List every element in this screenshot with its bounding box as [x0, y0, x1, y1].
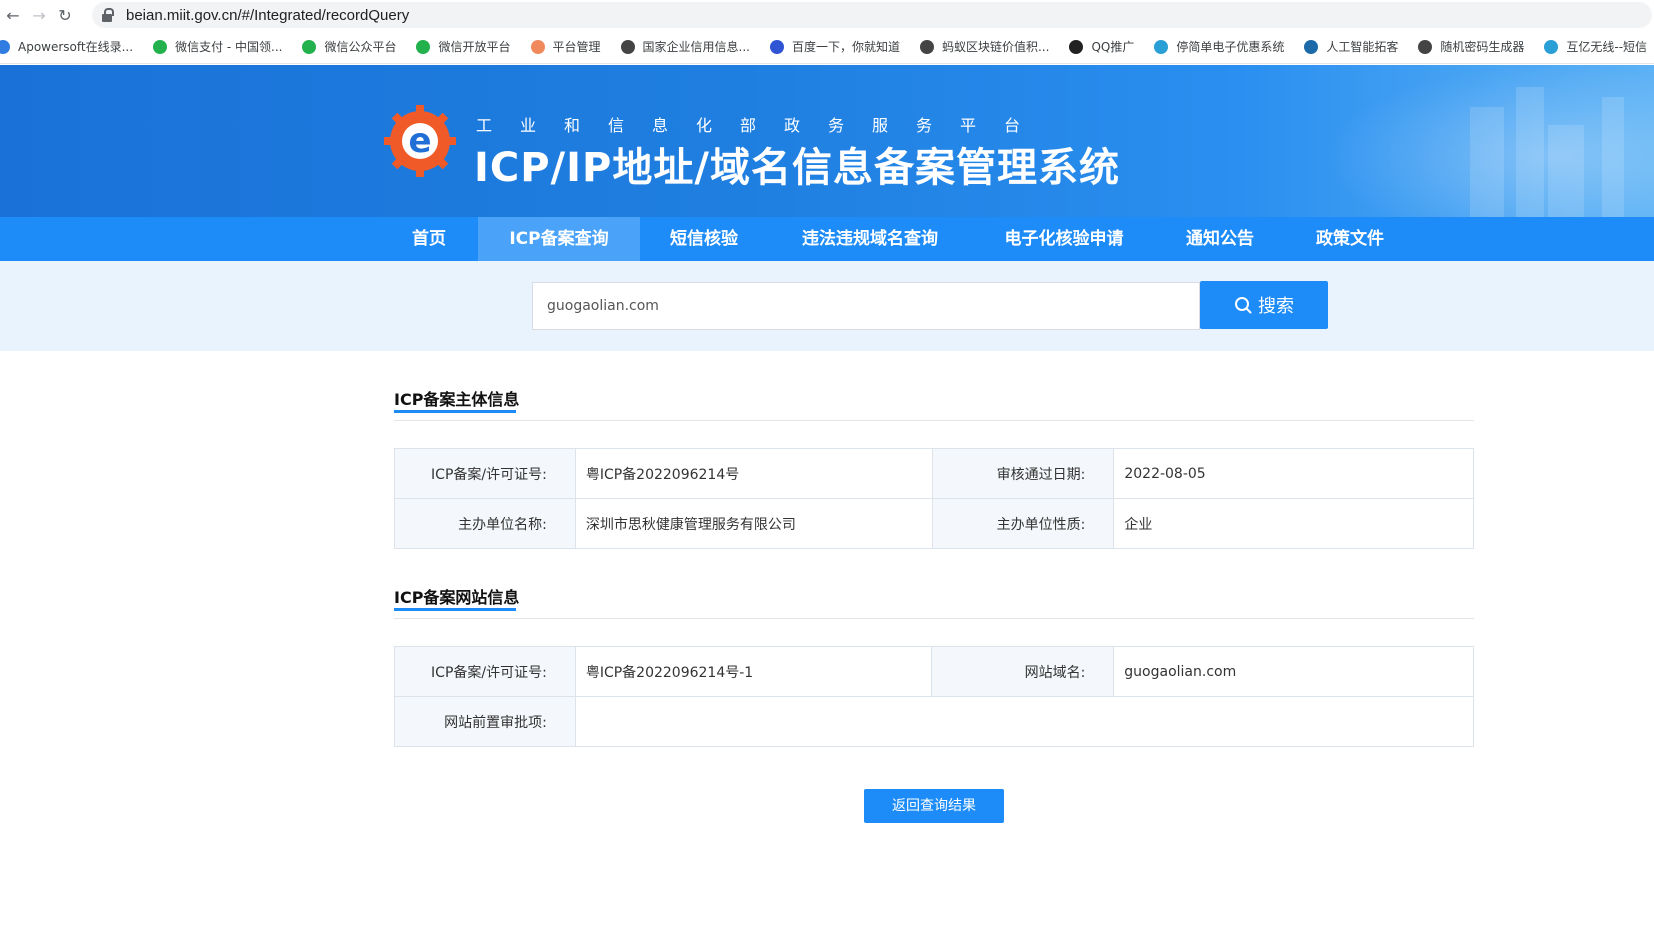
header-subtitle: 工业和信息化部政务服务平台	[476, 116, 1049, 135]
bookmark-label: 微信开放平台	[438, 40, 511, 54]
bookmark-item[interactable]: 互亿无线--短信	[1544, 38, 1647, 55]
bookmark-item[interactable]: Apowersoft在线录...	[0, 38, 133, 55]
bookmark-label: QQ推广	[1091, 40, 1135, 54]
organizer-name-value: 深圳市思秋健康管理服务有限公司	[574, 498, 933, 549]
table-row: ICP备案/许可证号: 粤ICP备2022096214号-1 网站域名: guo…	[394, 646, 1474, 697]
search-icon	[1235, 297, 1252, 314]
nav-sms-verify[interactable]: 短信核验	[656, 217, 752, 261]
lock-icon	[102, 8, 114, 22]
back-to-results-button[interactable]: 返回查询结果	[864, 789, 1004, 823]
bookmark-label: 互亿无线--短信	[1566, 40, 1648, 54]
table-row: 主办单位名称: 深圳市思秋健康管理服务有限公司 主办单位性质: 企业	[394, 498, 1474, 549]
bookmark-item[interactable]: 微信支付 - 中国领...	[153, 38, 282, 55]
table-row: 网站前置审批项:	[394, 696, 1475, 747]
bookmark-favicon-icon	[1544, 39, 1559, 54]
main-nav: 首页 ICP备案查询 短信核验 违法违规域名查询 电子化核验申请 通知公告 政策…	[0, 217, 1654, 261]
bookmark-favicon-icon	[769, 39, 784, 54]
url-text[interactable]: beian.miit.gov.cn/#/Integrated/recordQue…	[126, 7, 409, 24]
bookmark-label: 人工智能拓客	[1326, 40, 1399, 54]
bookmark-item[interactable]: 微信公众平台	[302, 38, 396, 55]
bookmark-favicon-icon	[1154, 39, 1169, 54]
bookmark-favicon-icon	[620, 39, 635, 54]
bookmark-favicon-icon	[153, 39, 168, 54]
bookmark-label: 停简单电子优惠系统	[1176, 40, 1285, 54]
bookmark-favicon-icon	[530, 39, 545, 54]
search-input[interactable]: guogaolian.com	[532, 282, 1200, 330]
bookmark-item[interactable]: 停简单电子优惠系统	[1154, 38, 1284, 55]
bookmark-item[interactable]: 国家企业信用信息...	[620, 38, 750, 55]
bookmark-label: 平台管理	[552, 40, 601, 54]
site-domain-label: 网站域名:	[931, 646, 1115, 697]
bookmark-label: 国家企业信用信息...	[642, 40, 750, 54]
table-row: ICP备案/许可证号: 粤ICP备2022096214号 审核通过日期: 202…	[394, 448, 1474, 499]
organizer-type-label: 主办单位性质:	[931, 498, 1115, 549]
website-info-table: ICP备案/许可证号: 粤ICP备2022096214号-1 网站域名: guo…	[394, 646, 1475, 747]
site-banner: e 工业和信息化部政务服务平台 ICP/IP地址/域名信息备案管理系统	[0, 65, 1654, 217]
nav-e-verify-apply[interactable]: 电子化核验申请	[992, 217, 1136, 261]
bookmark-label: 微信公众平台	[324, 40, 397, 54]
search-button-label: 搜索	[1258, 296, 1294, 317]
reload-icon[interactable]: ↻	[52, 0, 78, 30]
bookmark-item[interactable]: 微信开放平台	[416, 38, 511, 55]
miit-logo-icon: e	[384, 105, 456, 177]
site-license-label: ICP备案/许可证号:	[394, 646, 576, 697]
url-field[interactable]: beian.miit.gov.cn/#/Integrated/recordQue…	[92, 2, 1652, 28]
search-button[interactable]: 搜索	[1200, 281, 1328, 329]
website-section-underline	[394, 608, 516, 611]
license-label: ICP备案/许可证号:	[394, 448, 576, 499]
bookmark-item[interactable]: QQ推广	[1069, 38, 1134, 55]
bookmarks-bar: Apowersoft在线录... 微信支付 - 中国领... 微信公众平台 微信开放平…	[0, 30, 1654, 64]
organizer-name-label: 主办单位名称:	[394, 498, 576, 549]
bookmark-item[interactable]: 平台管理	[530, 38, 601, 55]
search-area: guogaolian.com 搜索	[0, 261, 1654, 351]
nav-home[interactable]: 首页	[396, 217, 462, 261]
bookmark-favicon-icon	[919, 39, 934, 54]
svg-text:e: e	[408, 121, 431, 161]
nav-notices[interactable]: 通知公告	[1176, 217, 1264, 261]
bookmark-favicon-icon	[0, 39, 10, 54]
header-title: ICP/IP地址/域名信息备案管理系统	[474, 145, 1120, 191]
nav-icp-query[interactable]: ICP备案查询	[478, 217, 640, 261]
subject-section-title: ICP备案主体信息	[394, 390, 520, 409]
bookmark-favicon-icon	[1069, 39, 1084, 54]
subject-info-table: ICP备案/许可证号: 粤ICP备2022096214号 审核通过日期: 202…	[394, 448, 1474, 549]
bookmark-label: 随机密码生成器	[1440, 40, 1525, 54]
bookmark-item[interactable]: 百度一下，你就知道	[769, 38, 900, 55]
nav-illegal-domain-query[interactable]: 违法违规域名查询	[788, 217, 952, 261]
bookmark-label: 微信支付 - 中国领...	[175, 40, 283, 54]
organizer-type-value: 企业	[1113, 498, 1474, 549]
website-section-title: ICP备案网站信息	[394, 588, 520, 607]
bookmark-label: 蚂蚁区块链价值积...	[941, 40, 1050, 54]
website-section-divider	[394, 618, 1474, 619]
license-value: 粤ICP备2022096214号	[574, 448, 933, 499]
browser-address-bar: ← → ↻ beian.miit.gov.cn/#/Integrated/rec…	[0, 0, 1654, 30]
approval-date-label: 审核通过日期:	[931, 448, 1115, 499]
bookmark-label: 百度一下，你就知道	[791, 40, 900, 54]
subject-section-underline	[394, 410, 516, 413]
site-license-value: 粤ICP备2022096214号-1	[574, 646, 933, 697]
forward-arrow-icon[interactable]: →	[26, 0, 52, 30]
bookmark-item[interactable]: 人工智能拓客	[1304, 38, 1398, 55]
bookmark-favicon-icon	[416, 39, 431, 54]
bookmark-item[interactable]: 蚂蚁区块链价值积...	[919, 38, 1050, 55]
bookmark-favicon-icon	[1418, 39, 1433, 54]
back-arrow-icon[interactable]: ←	[0, 0, 26, 30]
bookmark-item[interactable]: 随机密码生成器	[1418, 38, 1524, 55]
approval-date-value: 2022-08-05	[1113, 448, 1474, 499]
bookmark-favicon-icon	[302, 39, 317, 54]
subject-section-divider	[394, 420, 1474, 421]
pre-approval-label: 网站前置审批项:	[394, 696, 576, 747]
pre-approval-value	[574, 696, 1475, 747]
bookmark-label: Apowersoft在线录...	[18, 40, 134, 54]
site-domain-value: guogaolian.com	[1113, 646, 1474, 697]
nav-policy-docs[interactable]: 政策文件	[1306, 217, 1394, 261]
bookmark-favicon-icon	[1304, 39, 1319, 54]
